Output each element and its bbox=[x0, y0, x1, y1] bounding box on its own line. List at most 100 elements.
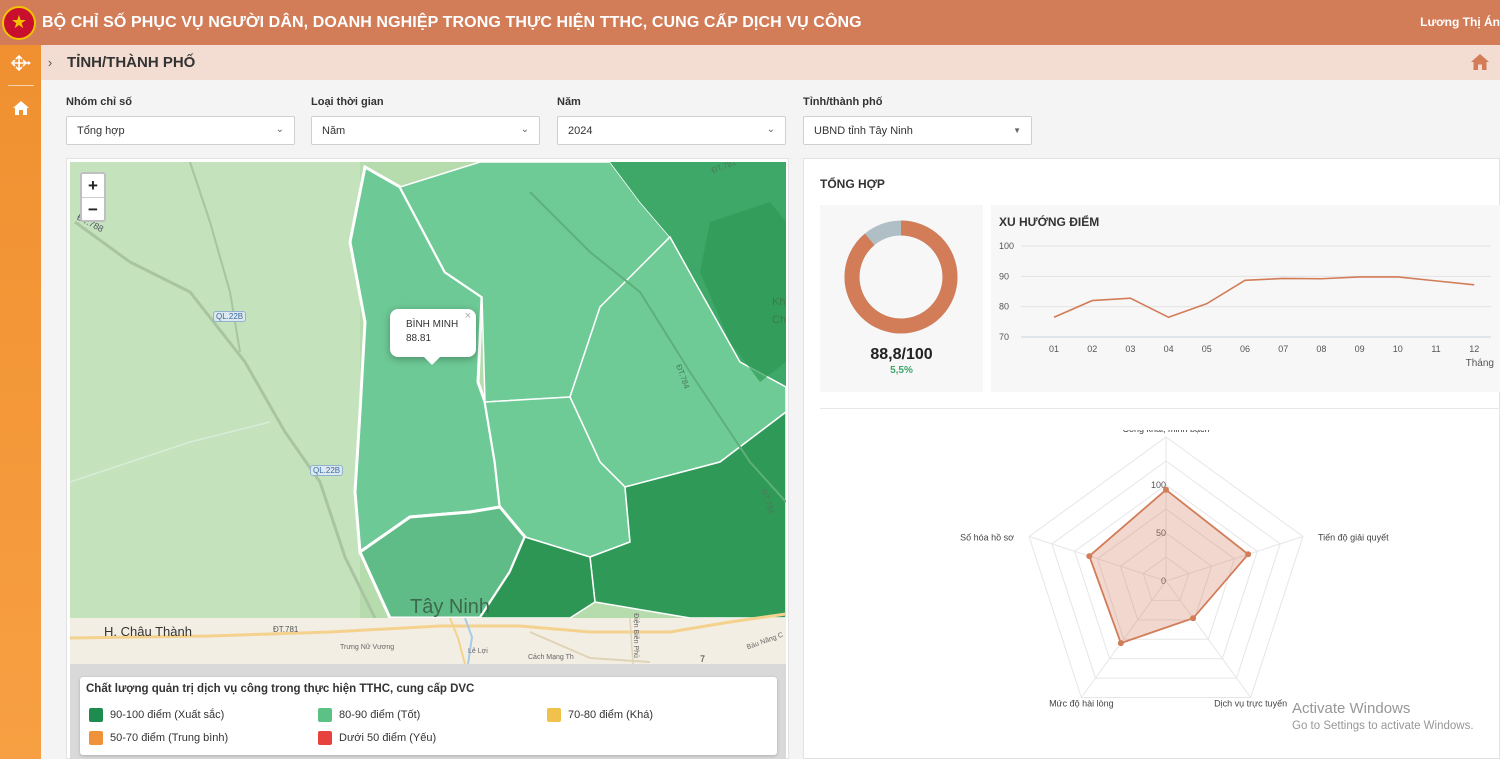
legend-title: Chất lượng quản trị dịch vụ công trong t… bbox=[86, 683, 475, 695]
filter-time-type: Loại thời gian Năm ⌄ bbox=[311, 96, 540, 145]
legend-swatch bbox=[89, 708, 103, 722]
watermark-line1: Activate Windows bbox=[1292, 700, 1411, 717]
map-place-label: Kh bbox=[772, 296, 786, 308]
watermark-line2: Go to Settings to activate Windows. bbox=[1292, 720, 1474, 732]
header-bar: ★ BỘ CHỈ SỐ PHỤC VỤ NGƯỜI DÂN, DOANH NGH… bbox=[0, 0, 1500, 45]
caret-down-icon: ▼ bbox=[1013, 126, 1021, 135]
radar-series-area bbox=[1088, 488, 1250, 645]
user-name[interactable]: Lương Thị Án bbox=[1420, 15, 1500, 29]
legend-swatch bbox=[547, 708, 561, 722]
zoom-in-button[interactable]: + bbox=[82, 174, 104, 197]
x-tick-label: 09 bbox=[1355, 344, 1365, 354]
legend-item: 90-100 điểm (Xuất sắc) bbox=[89, 708, 224, 722]
legend-label: Dưới 50 điểm (Yếu) bbox=[339, 732, 437, 744]
y-tick-label: 70 bbox=[999, 332, 1009, 342]
y-tick-label: 90 bbox=[999, 271, 1009, 281]
home-icon[interactable] bbox=[1470, 53, 1490, 73]
radar-axis-label: Tiến độ giải quyết bbox=[1318, 533, 1389, 543]
map-view[interactable]: ĐT.788 QL.22B QL.22B ĐT.781 ĐT.784 ĐT.78… bbox=[70, 162, 786, 664]
radar-axis-label: Mức độ hài lòng bbox=[1049, 698, 1114, 708]
x-tick-label: 01 bbox=[1049, 344, 1059, 354]
year-select[interactable]: 2024 ⌄ bbox=[557, 116, 786, 145]
map-road-label: QL.22B bbox=[213, 311, 247, 322]
popup-close-icon[interactable]: × bbox=[465, 309, 471, 323]
sidebar-divider bbox=[7, 85, 34, 86]
trend-title: XU HƯỚNG ĐIỂM bbox=[999, 215, 1100, 229]
legend-label: 80-90 điểm (Tốt) bbox=[339, 709, 421, 721]
time-type-select[interactable]: Năm ⌄ bbox=[311, 116, 540, 145]
legend-item: Dưới 50 điểm (Yếu) bbox=[318, 731, 436, 745]
map-city-label: Tây Ninh bbox=[410, 596, 491, 618]
app-title: BỘ CHỈ SỐ PHỤC VỤ NGƯỜI DÂN, DOANH NGHIỆ… bbox=[42, 13, 862, 31]
map-street-label: Trưng Nữ Vương bbox=[340, 644, 395, 651]
breadcrumb: › TỈNH/THÀNH PHỐ bbox=[41, 45, 1500, 80]
sidebar bbox=[0, 45, 41, 759]
popup-district-score: 88.81 bbox=[406, 333, 432, 344]
national-emblem-icon: ★ bbox=[2, 5, 36, 40]
legend-label: 90-100 điểm (Xuất sắc) bbox=[110, 709, 225, 721]
legend-swatch bbox=[318, 731, 332, 745]
radar-point bbox=[1190, 615, 1197, 622]
province-select[interactable]: UBND tỉnh Tây Ninh ▼ bbox=[803, 116, 1032, 145]
filter-year: Năm 2024 ⌄ bbox=[557, 96, 786, 145]
x-tick-label: 10 bbox=[1393, 344, 1403, 354]
filter-province: Tỉnh/thành phố UBND tỉnh Tây Ninh ▼ bbox=[803, 96, 1032, 145]
filter-label: Tỉnh/thành phố bbox=[803, 96, 883, 108]
x-tick-label: 02 bbox=[1087, 344, 1097, 354]
score-value: 88,8/100 bbox=[870, 346, 933, 363]
radar-chart: 100500Công khai, minh bạchTiến độ giải q… bbox=[960, 430, 1389, 708]
map-zoom-control: + − bbox=[80, 172, 106, 222]
radar-point bbox=[1163, 486, 1169, 493]
zoom-out-button[interactable]: − bbox=[82, 197, 104, 220]
select-value: Tổng hợp bbox=[77, 124, 125, 137]
radar-point bbox=[1117, 640, 1124, 647]
trend-series-line bbox=[1053, 276, 1475, 319]
donut-score-arc bbox=[844, 220, 958, 334]
radar-point bbox=[1245, 551, 1252, 558]
summary-title: TỔNG HỢP bbox=[820, 177, 885, 191]
map-street-label: Lê Lợi bbox=[468, 648, 488, 655]
map-place-label: Ch bbox=[772, 314, 786, 326]
filter-label: Loại thời gian bbox=[311, 96, 384, 108]
radar-axis-label: Số hóa hồ sơ bbox=[960, 533, 1014, 543]
legend-item: 70-80 điểm (Khá) bbox=[547, 708, 653, 722]
x-tick-label: 03 bbox=[1125, 344, 1135, 354]
sidebar-home-icon[interactable] bbox=[0, 90, 41, 126]
legend-swatch bbox=[318, 708, 332, 722]
chevron-down-icon: ⌄ bbox=[520, 124, 529, 135]
section-divider bbox=[820, 408, 1500, 409]
district-popup: × BÌNH MINH 88.81 bbox=[390, 309, 476, 365]
legend-swatch bbox=[89, 731, 103, 745]
y-tick-label: 80 bbox=[999, 302, 1009, 312]
chevron-down-icon: ⌄ bbox=[766, 124, 775, 135]
map-street-label: Cách Mạng Th bbox=[528, 654, 574, 661]
indicator-group-select[interactable]: Tổng hợp ⌄ bbox=[66, 116, 295, 145]
chevron-down-icon: ⌄ bbox=[275, 124, 284, 135]
legend-item: 80-90 điểm (Tốt) bbox=[318, 708, 420, 722]
select-value: Năm bbox=[322, 124, 346, 137]
map-street-label: Điện Biên Phủ bbox=[631, 613, 639, 658]
windows-activation-watermark: Activate Windows Go to Settings to activ… bbox=[1292, 700, 1474, 732]
filter-label: Năm bbox=[557, 96, 581, 108]
radar-axis-label: Công khai, minh bạch bbox=[1122, 430, 1209, 434]
filter-label: Nhóm chỉ số bbox=[66, 96, 133, 108]
move-icon[interactable] bbox=[0, 45, 41, 81]
x-tick-label: 06 bbox=[1240, 344, 1250, 354]
x-tick-label: 11 bbox=[1431, 344, 1440, 354]
legend-label: 70-80 điểm (Khá) bbox=[568, 709, 653, 721]
radar-point bbox=[1086, 553, 1093, 560]
x-tick-label: 12 bbox=[1469, 344, 1479, 354]
x-tick-label: 07 bbox=[1278, 344, 1288, 354]
select-value: 2024 bbox=[568, 124, 593, 137]
map-district-label: H. Châu Thành bbox=[104, 624, 192, 639]
x-tick-label: 08 bbox=[1316, 344, 1326, 354]
page-title: TỈNH/THÀNH PHỐ bbox=[67, 54, 196, 71]
legend-label: 50-70 điểm (Trung bình) bbox=[110, 732, 229, 744]
trend-panel: 100 90 80 70 01 02 03 04 05 06 07 08 09 10 11 12 Tháng bbox=[991, 205, 1500, 392]
x-axis-label: Tháng bbox=[1466, 358, 1494, 369]
x-tick-label: 04 bbox=[1164, 344, 1174, 354]
y-tick-label: 100 bbox=[999, 241, 1014, 251]
x-tick-label: 05 bbox=[1202, 344, 1212, 354]
trend-line-chart: 100 90 80 70 01 02 03 04 05 06 07 08 09 10 11 12 Tháng bbox=[999, 241, 1494, 369]
sidebar-toggle-button[interactable]: › bbox=[41, 45, 59, 80]
